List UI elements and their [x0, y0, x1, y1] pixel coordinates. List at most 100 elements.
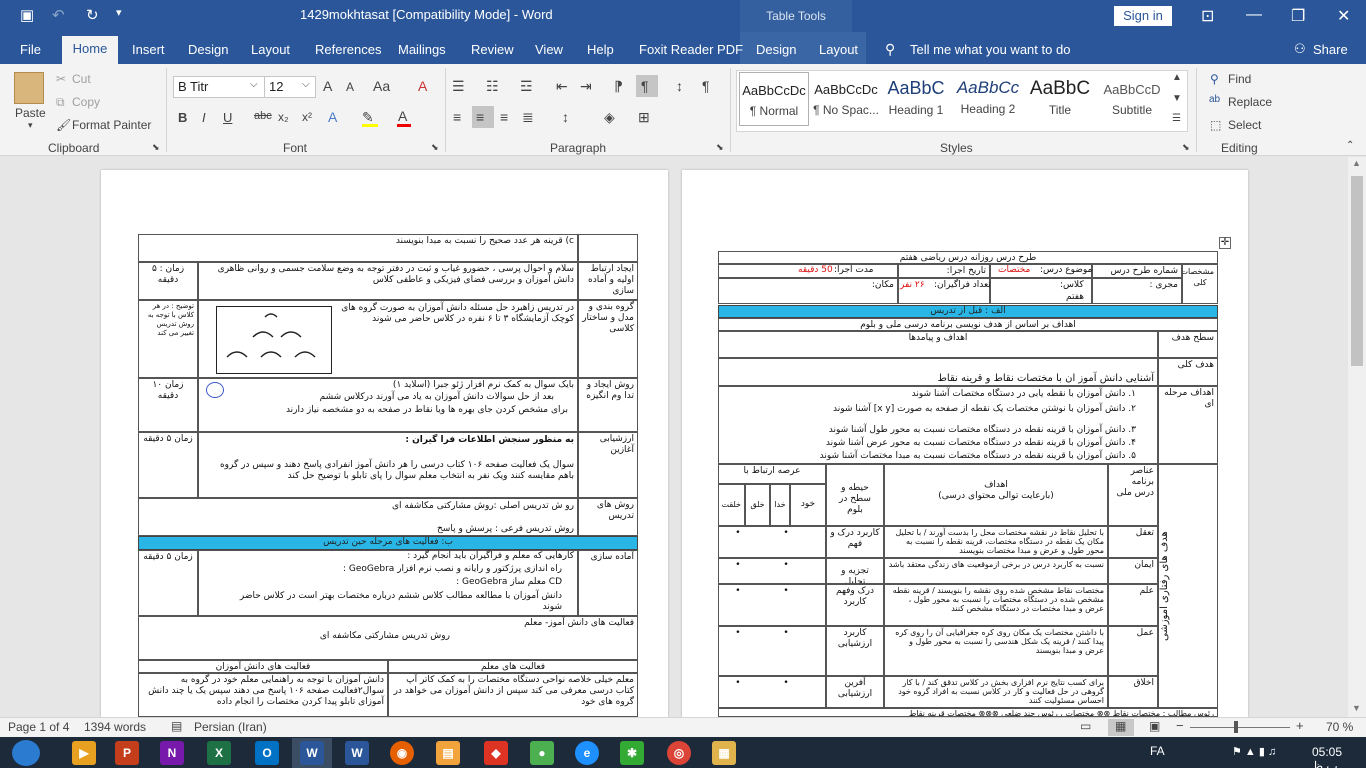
scroll-thumb[interactable] [1351, 176, 1363, 366]
paragraph-launcher-icon[interactable]: ⬊ [716, 142, 724, 153]
numbering-icon[interactable]: ☷ [486, 78, 499, 95]
zoom-slider-track[interactable] [1190, 727, 1290, 728]
justify-icon[interactable]: ≣ [522, 109, 534, 126]
shrink-font-icon[interactable]: A [346, 80, 354, 94]
tab-review[interactable]: Review [471, 42, 514, 57]
table-move-handle-icon[interactable]: ✛ [1219, 237, 1231, 249]
tray-icons[interactable]: ⚑ ▲ ▮ ♫ [1232, 745, 1276, 758]
tab-table-layout[interactable]: Layout [819, 42, 858, 57]
tab-references[interactable]: References [315, 42, 381, 57]
zoom-level[interactable]: 70 % [1326, 720, 1353, 734]
style-heading-1[interactable]: AaBbC Heading 1 [881, 72, 951, 126]
tab-foxit[interactable]: Foxit Reader PDF [639, 42, 743, 57]
font-size-dropdown-icon[interactable]: ⌵ [302, 79, 310, 90]
clear-formatting-icon[interactable]: A [418, 78, 427, 94]
sort-icon[interactable]: ↕ [676, 78, 683, 94]
multilevel-list-icon[interactable]: ☲ [520, 78, 533, 95]
tab-layout[interactable]: Layout [251, 42, 290, 57]
tab-table-design[interactable]: Design [756, 42, 796, 57]
tab-insert[interactable]: Insert [132, 42, 165, 57]
styles-launcher-icon[interactable]: ⬊ [1182, 142, 1190, 153]
word-count[interactable]: 1394 words [84, 720, 146, 734]
font-name-dropdown-icon[interactable]: ⌵ [250, 79, 258, 90]
find-button[interactable]: Find [1228, 72, 1251, 86]
language-indicator[interactable]: Persian (Iran) [194, 720, 267, 734]
file-manager-icon[interactable]: ▤ [436, 741, 460, 765]
show-marks-icon[interactable]: ¶ [702, 78, 710, 94]
scroll-down-icon[interactable]: ▼ [1352, 703, 1361, 713]
ribbon-display-icon[interactable]: ⊡ [1201, 6, 1214, 26]
tab-home[interactable]: Home [62, 36, 118, 64]
line-spacing-icon[interactable]: ↕ [562, 109, 569, 125]
maximize-icon[interactable]: ❐ [1291, 6, 1305, 26]
sign-in-button[interactable]: Sign in [1114, 6, 1172, 26]
strikethrough-icon[interactable]: abc [254, 110, 272, 122]
redo-icon[interactable]: ↻ [86, 6, 99, 24]
style-heading-2[interactable]: AaBbCc Heading 2 [953, 72, 1023, 126]
page-count[interactable]: Page 1 of 4 [8, 720, 69, 734]
style-normal[interactable]: AaBbCcDc ¶ Normal [739, 72, 809, 126]
powerpoint-icon[interactable]: P [115, 741, 139, 765]
text-effects-icon[interactable]: A [328, 109, 337, 125]
styles-more-icon[interactable]: ☰ [1172, 113, 1181, 124]
shading-icon[interactable]: ◈ [604, 109, 615, 126]
paste-dropdown-icon[interactable]: ▾ [28, 120, 33, 131]
style-title[interactable]: AaBbC Title [1025, 72, 1095, 126]
word-icon[interactable]: W [300, 741, 324, 765]
onenote-icon[interactable]: N [160, 741, 184, 765]
tell-me-input[interactable]: Tell me what you want to do [910, 42, 1070, 57]
underline-icon[interactable]: U [223, 110, 232, 125]
outlook-icon[interactable]: O [255, 741, 279, 765]
tab-view[interactable]: View [535, 42, 563, 57]
borders-icon[interactable]: ⊞ [638, 109, 650, 126]
chrome-icon[interactable]: ◎ [667, 741, 691, 765]
undo-icon[interactable]: ↶ [52, 6, 65, 24]
save-icon[interactable]: ▣ [20, 6, 34, 24]
read-mode-icon[interactable]: ▭ [1080, 719, 1091, 733]
align-left-icon[interactable]: ≡ [453, 109, 461, 125]
zoom-out-icon[interactable]: − [1176, 718, 1184, 733]
cut-button[interactable]: Cut [72, 72, 91, 86]
superscript-icon[interactable]: x² [302, 110, 312, 124]
tab-help[interactable]: Help [587, 42, 614, 57]
start-button-icon[interactable] [12, 740, 40, 766]
excel-icon[interactable]: X [207, 741, 231, 765]
paste-icon[interactable] [14, 72, 44, 104]
style-no-spacing[interactable]: AaBbCcDc ¶ No Spac... [811, 72, 881, 126]
increase-indent-icon[interactable]: ⇥ [580, 78, 592, 95]
bold-icon[interactable]: B [178, 110, 187, 125]
media-icon[interactable]: ▶ [72, 741, 96, 765]
decrease-indent-icon[interactable]: ⇤ [556, 78, 568, 95]
clipboard-launcher-icon[interactable]: ⬊ [152, 142, 160, 153]
app-icon[interactable]: ● [530, 741, 554, 765]
italic-icon[interactable]: I [202, 110, 206, 125]
style-subtitle[interactable]: AaBbCcD Subtitle [1097, 72, 1167, 126]
minimize-icon[interactable]: — [1246, 6, 1262, 24]
align-right-icon[interactable]: ≡ [500, 109, 508, 125]
ltr-icon[interactable]: ⁋ [614, 78, 623, 95]
input-language[interactable]: FA [1150, 744, 1165, 758]
word-doc-icon[interactable]: W [345, 741, 369, 765]
app-icon[interactable]: ✱ [620, 741, 644, 765]
bullets-icon[interactable]: ☰ [452, 78, 465, 95]
styles-scroll-up-icon[interactable]: ▲ [1172, 72, 1182, 83]
share-icon[interactable]: ⚇ [1294, 41, 1306, 57]
tab-file[interactable]: File [20, 42, 41, 57]
internet-explorer-icon[interactable]: e [575, 741, 599, 765]
subscript-icon[interactable]: x₂ [278, 110, 289, 124]
font-color-icon[interactable]: A [398, 108, 407, 124]
font-launcher-icon[interactable]: ⬊ [431, 142, 439, 153]
format-painter-button[interactable]: Format Painter [72, 118, 151, 132]
zoom-slider-thumb[interactable] [1234, 721, 1238, 733]
tab-design[interactable]: Design [188, 42, 228, 57]
zoom-in-icon[interactable]: + [1296, 718, 1304, 733]
firefox-icon[interactable]: ◉ [390, 741, 414, 765]
grow-font-icon[interactable]: A [323, 78, 332, 94]
clock[interactable]: 05:05 ب.ظ [1312, 745, 1366, 768]
share-button[interactable]: Share [1313, 42, 1348, 57]
scroll-up-icon[interactable]: ▲ [1352, 158, 1361, 168]
customize-qat-icon[interactable]: ▾ [116, 6, 122, 19]
web-layout-icon[interactable]: ▣ [1149, 719, 1160, 733]
select-button[interactable]: Select [1228, 118, 1261, 132]
styles-scroll-down-icon[interactable]: ▼ [1172, 93, 1182, 104]
